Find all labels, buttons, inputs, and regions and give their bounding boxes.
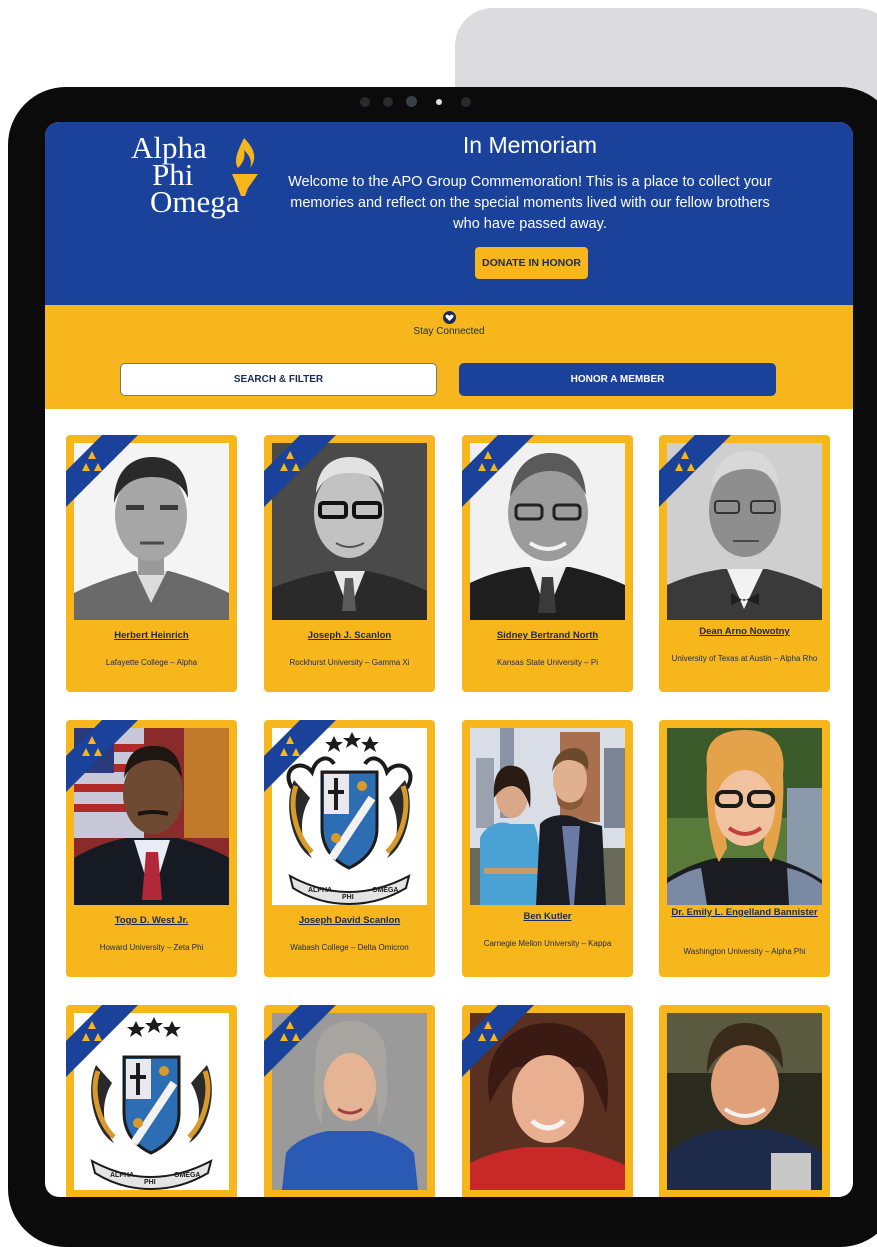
crest-banner-omega: OMEGA — [372, 887, 398, 894]
memorial-ribbon-icon — [66, 720, 138, 792]
search-filter-button[interactable]: SEARCH & FILTER — [120, 363, 437, 396]
member-card[interactable]: ALPHA PHI OMEGA Joseph David Scanlon Wab… — [264, 720, 435, 977]
honor-member-button[interactable]: HONOR A MEMBER — [459, 363, 776, 396]
member-name[interactable]: Ben Kutler — [468, 910, 627, 923]
member-school: Rockhurst University – Gamma Xi — [289, 658, 410, 667]
member-name[interactable]: Sidney Bertrand North — [468, 629, 627, 642]
member-school: Wabash College – Delta Omicron — [290, 943, 409, 952]
crest-banner-alpha: ALPHA — [308, 887, 332, 894]
page-title: In Memoriam — [462, 132, 598, 158]
donate-in-honor-button[interactable]: DONATE IN HONOR — [475, 247, 588, 279]
member-card[interactable] — [659, 1005, 830, 1197]
member-photo — [667, 1013, 822, 1190]
memorial-ribbon-icon — [659, 435, 731, 507]
memorial-ribbon-icon — [66, 435, 138, 507]
stay-connected[interactable]: Stay Connected — [45, 311, 853, 337]
member-card[interactable]: Joseph J. Scanlon Rockhurst University –… — [264, 435, 435, 692]
crest-banner-phi: PHI — [144, 1179, 156, 1186]
member-school: Howard University – Zeta Phi — [99, 943, 204, 952]
torch-icon — [232, 138, 258, 196]
memorial-ribbon-icon — [264, 1005, 336, 1077]
memorial-ribbon-icon — [462, 1005, 534, 1077]
member-name[interactable]: Togo D. West Jr. — [72, 914, 231, 927]
member-card[interactable]: Dean Arno Nowotny University of Texas at… — [659, 435, 830, 692]
member-name[interactable]: Joseph David Scanlon — [270, 914, 429, 927]
crest-banner-omega: OMEGA — [174, 1172, 200, 1179]
member-photo — [667, 728, 822, 905]
page-subtitle: Welcome to the APO Group Commemoration! … — [288, 174, 772, 232]
memorial-ribbon-icon — [462, 435, 534, 507]
apo-logo[interactable]: Alpha Phi Omega — [131, 132, 271, 234]
member-school: Kansas State University – Pi — [497, 658, 598, 667]
memorial-ribbon-icon — [66, 1005, 138, 1077]
app-screen: Alpha Phi Omega In Memoriam Welcome to t… — [45, 122, 853, 1197]
member-name[interactable]: Herbert Heinrich — [72, 629, 231, 642]
heart-icon — [442, 311, 456, 324]
member-school: University of Texas at Austin – Alpha Rh… — [671, 654, 818, 663]
memorial-ribbon-icon — [264, 435, 336, 507]
crest-banner-alpha: ALPHA — [110, 1172, 134, 1179]
hero-banner: Alpha Phi Omega In Memoriam Welcome to t… — [45, 122, 853, 305]
camera-bar — [360, 96, 471, 107]
member-name[interactable]: Dr. Emily L. Engelland Bannister — [665, 906, 824, 919]
action-band: Stay Connected SEARCH & FILTER HONOR A M… — [45, 305, 853, 409]
member-school: Lafayette College – Alpha — [105, 658, 198, 667]
member-card[interactable]: Togo D. West Jr. Howard University – Zet… — [66, 720, 237, 977]
memorial-ribbon-icon — [264, 720, 336, 792]
member-name[interactable]: Joseph J. Scanlon — [270, 629, 429, 642]
crest-banner-phi: PHI — [342, 894, 354, 901]
member-school: Washington University – Alpha Phi — [683, 947, 806, 956]
member-card[interactable] — [264, 1005, 435, 1197]
member-card[interactable]: Herbert Heinrich Lafayette College – Alp… — [66, 435, 237, 692]
member-grid: Herbert Heinrich Lafayette College – Alp… — [45, 409, 853, 1197]
member-card[interactable]: ALPHA PHI OMEGA — [66, 1005, 237, 1197]
member-card[interactable]: Ben Kutler Carnegie Mellon University – … — [462, 720, 633, 977]
member-card[interactable] — [462, 1005, 633, 1197]
member-photo — [470, 728, 625, 905]
member-school: Carnegie Mellon University – Kappa — [483, 939, 612, 948]
member-card[interactable]: Sidney Bertrand North Kansas State Unive… — [462, 435, 633, 692]
stay-connected-label: Stay Connected — [413, 326, 485, 337]
member-name[interactable]: Dean Arno Nowotny — [665, 625, 824, 638]
member-card[interactable]: Dr. Emily L. Engelland Bannister Washing… — [659, 720, 830, 977]
